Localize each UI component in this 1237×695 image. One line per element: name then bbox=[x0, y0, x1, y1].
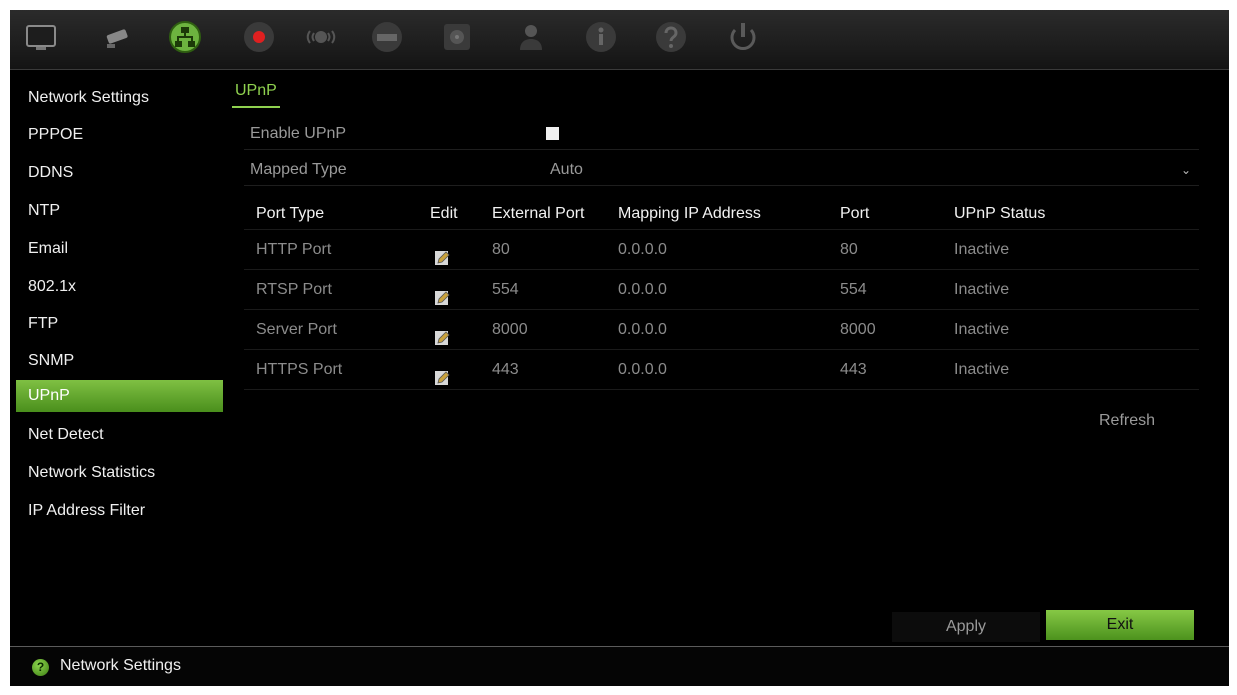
sidebar-item-8021x[interactable]: 802.1x bbox=[16, 271, 223, 303]
help-icon[interactable] bbox=[654, 20, 688, 54]
cell-external-port: 80 bbox=[492, 241, 510, 258]
header-port-type: Port Type bbox=[256, 205, 325, 222]
camera-icon[interactable] bbox=[102, 20, 136, 54]
alarm-icon[interactable] bbox=[304, 20, 338, 54]
power-icon[interactable] bbox=[726, 20, 760, 54]
header-external-port: External Port bbox=[492, 205, 585, 222]
display-icon[interactable] bbox=[24, 20, 58, 54]
cell-port: 8000 bbox=[840, 321, 876, 338]
exit-button[interactable]: Exit bbox=[1046, 610, 1194, 640]
user-icon[interactable] bbox=[514, 20, 548, 54]
sidebar-item-ftp[interactable]: FTP bbox=[16, 308, 223, 340]
header-edit: Edit bbox=[430, 205, 458, 222]
cell-mapping-ip: 0.0.0.0 bbox=[618, 241, 667, 258]
app-window: Network Settings PPPOE DDNS NTP Email 80… bbox=[10, 10, 1229, 686]
apply-button[interactable]: Apply bbox=[892, 612, 1040, 642]
refresh-button[interactable]: Refresh bbox=[1056, 406, 1198, 436]
cell-port-type: RTSP Port bbox=[256, 281, 332, 298]
edit-icon[interactable] bbox=[434, 242, 450, 265]
sidebar-item-ddns[interactable]: DDNS bbox=[16, 157, 223, 189]
sidebar-item-snmp[interactable]: SNMP bbox=[16, 345, 223, 377]
cell-port-type: Server Port bbox=[256, 321, 337, 338]
cell-mapping-ip: 0.0.0.0 bbox=[618, 281, 667, 298]
mapped-type-row: Mapped Type Auto ⌄ bbox=[244, 154, 1199, 186]
enable-upnp-row: Enable UPnP bbox=[244, 118, 1199, 150]
cell-port-type: HTTPS Port bbox=[256, 361, 343, 378]
device-icon[interactable] bbox=[370, 20, 404, 54]
sidebar-item-pppoe[interactable]: PPPOE bbox=[16, 119, 223, 151]
cell-external-port: 8000 bbox=[492, 321, 528, 338]
sidebar-item-net-detect[interactable]: Net Detect bbox=[16, 419, 223, 451]
header-upnp-status: UPnP Status bbox=[954, 205, 1046, 222]
table-row: HTTP Port 80 0.0.0.0 80 Inactive bbox=[244, 230, 1199, 270]
table-row: RTSP Port 554 0.0.0.0 554 Inactive bbox=[244, 270, 1199, 310]
cell-status: Inactive bbox=[954, 281, 1010, 298]
cell-mapping-ip: 0.0.0.0 bbox=[618, 361, 667, 378]
status-text: Network Settings bbox=[60, 657, 181, 674]
record-icon[interactable] bbox=[242, 20, 276, 54]
cell-status: Inactive bbox=[954, 361, 1010, 378]
cell-external-port: 554 bbox=[492, 281, 519, 298]
mapped-type-select[interactable]: Auto ⌄ bbox=[540, 154, 1199, 186]
sidebar-item-upnp[interactable]: UPnP bbox=[16, 380, 223, 412]
enable-upnp-label: Enable UPnP bbox=[250, 125, 347, 142]
cell-port: 554 bbox=[840, 281, 867, 298]
cell-external-port: 443 bbox=[492, 361, 519, 378]
tab-upnp[interactable]: UPnP bbox=[232, 82, 280, 108]
network-icon[interactable] bbox=[168, 20, 202, 54]
storage-icon[interactable] bbox=[440, 20, 474, 54]
sidebar-item-network-statistics[interactable]: Network Statistics bbox=[16, 457, 223, 489]
sidebar-item-network-settings[interactable]: Network Settings bbox=[16, 82, 223, 114]
port-table: Port Type Edit External Port Mapping IP … bbox=[244, 198, 1199, 390]
cell-port-type: HTTP Port bbox=[256, 241, 332, 258]
header-mapping-ip: Mapping IP Address bbox=[618, 205, 761, 222]
question-icon: ? bbox=[32, 659, 49, 676]
header-port: Port bbox=[840, 205, 870, 222]
sidebar-item-ntp[interactable]: NTP bbox=[16, 195, 223, 227]
table-row: Server Port 8000 0.0.0.0 8000 Inactive bbox=[244, 310, 1199, 350]
edit-icon[interactable] bbox=[434, 322, 450, 345]
cell-mapping-ip: 0.0.0.0 bbox=[618, 321, 667, 338]
mapped-type-value: Auto bbox=[550, 161, 583, 178]
sidebar-item-email[interactable]: Email bbox=[16, 233, 223, 265]
enable-upnp-checkbox[interactable] bbox=[546, 127, 559, 140]
cell-port: 80 bbox=[840, 241, 858, 258]
table-row: HTTPS Port 443 0.0.0.0 443 Inactive bbox=[244, 350, 1199, 390]
chevron-down-icon: ⌄ bbox=[1180, 163, 1191, 177]
cell-status: Inactive bbox=[954, 321, 1010, 338]
info-icon[interactable] bbox=[584, 20, 618, 54]
sidebar: Network Settings PPPOE DDNS NTP Email 80… bbox=[10, 82, 224, 642]
sidebar-item-ip-address-filter[interactable]: IP Address Filter bbox=[16, 495, 223, 527]
cell-port: 443 bbox=[840, 361, 867, 378]
edit-icon[interactable] bbox=[434, 282, 450, 305]
mapped-type-label: Mapped Type bbox=[250, 161, 347, 178]
edit-icon[interactable] bbox=[434, 362, 450, 385]
top-toolbar bbox=[10, 10, 1229, 70]
cell-status: Inactive bbox=[954, 241, 1010, 258]
status-bar: ? Network Settings bbox=[10, 646, 1229, 686]
main-panel: UPnP Enable UPnP Mapped Type Auto ⌄ Port… bbox=[224, 70, 1229, 645]
table-header: Port Type Edit External Port Mapping IP … bbox=[244, 198, 1199, 230]
